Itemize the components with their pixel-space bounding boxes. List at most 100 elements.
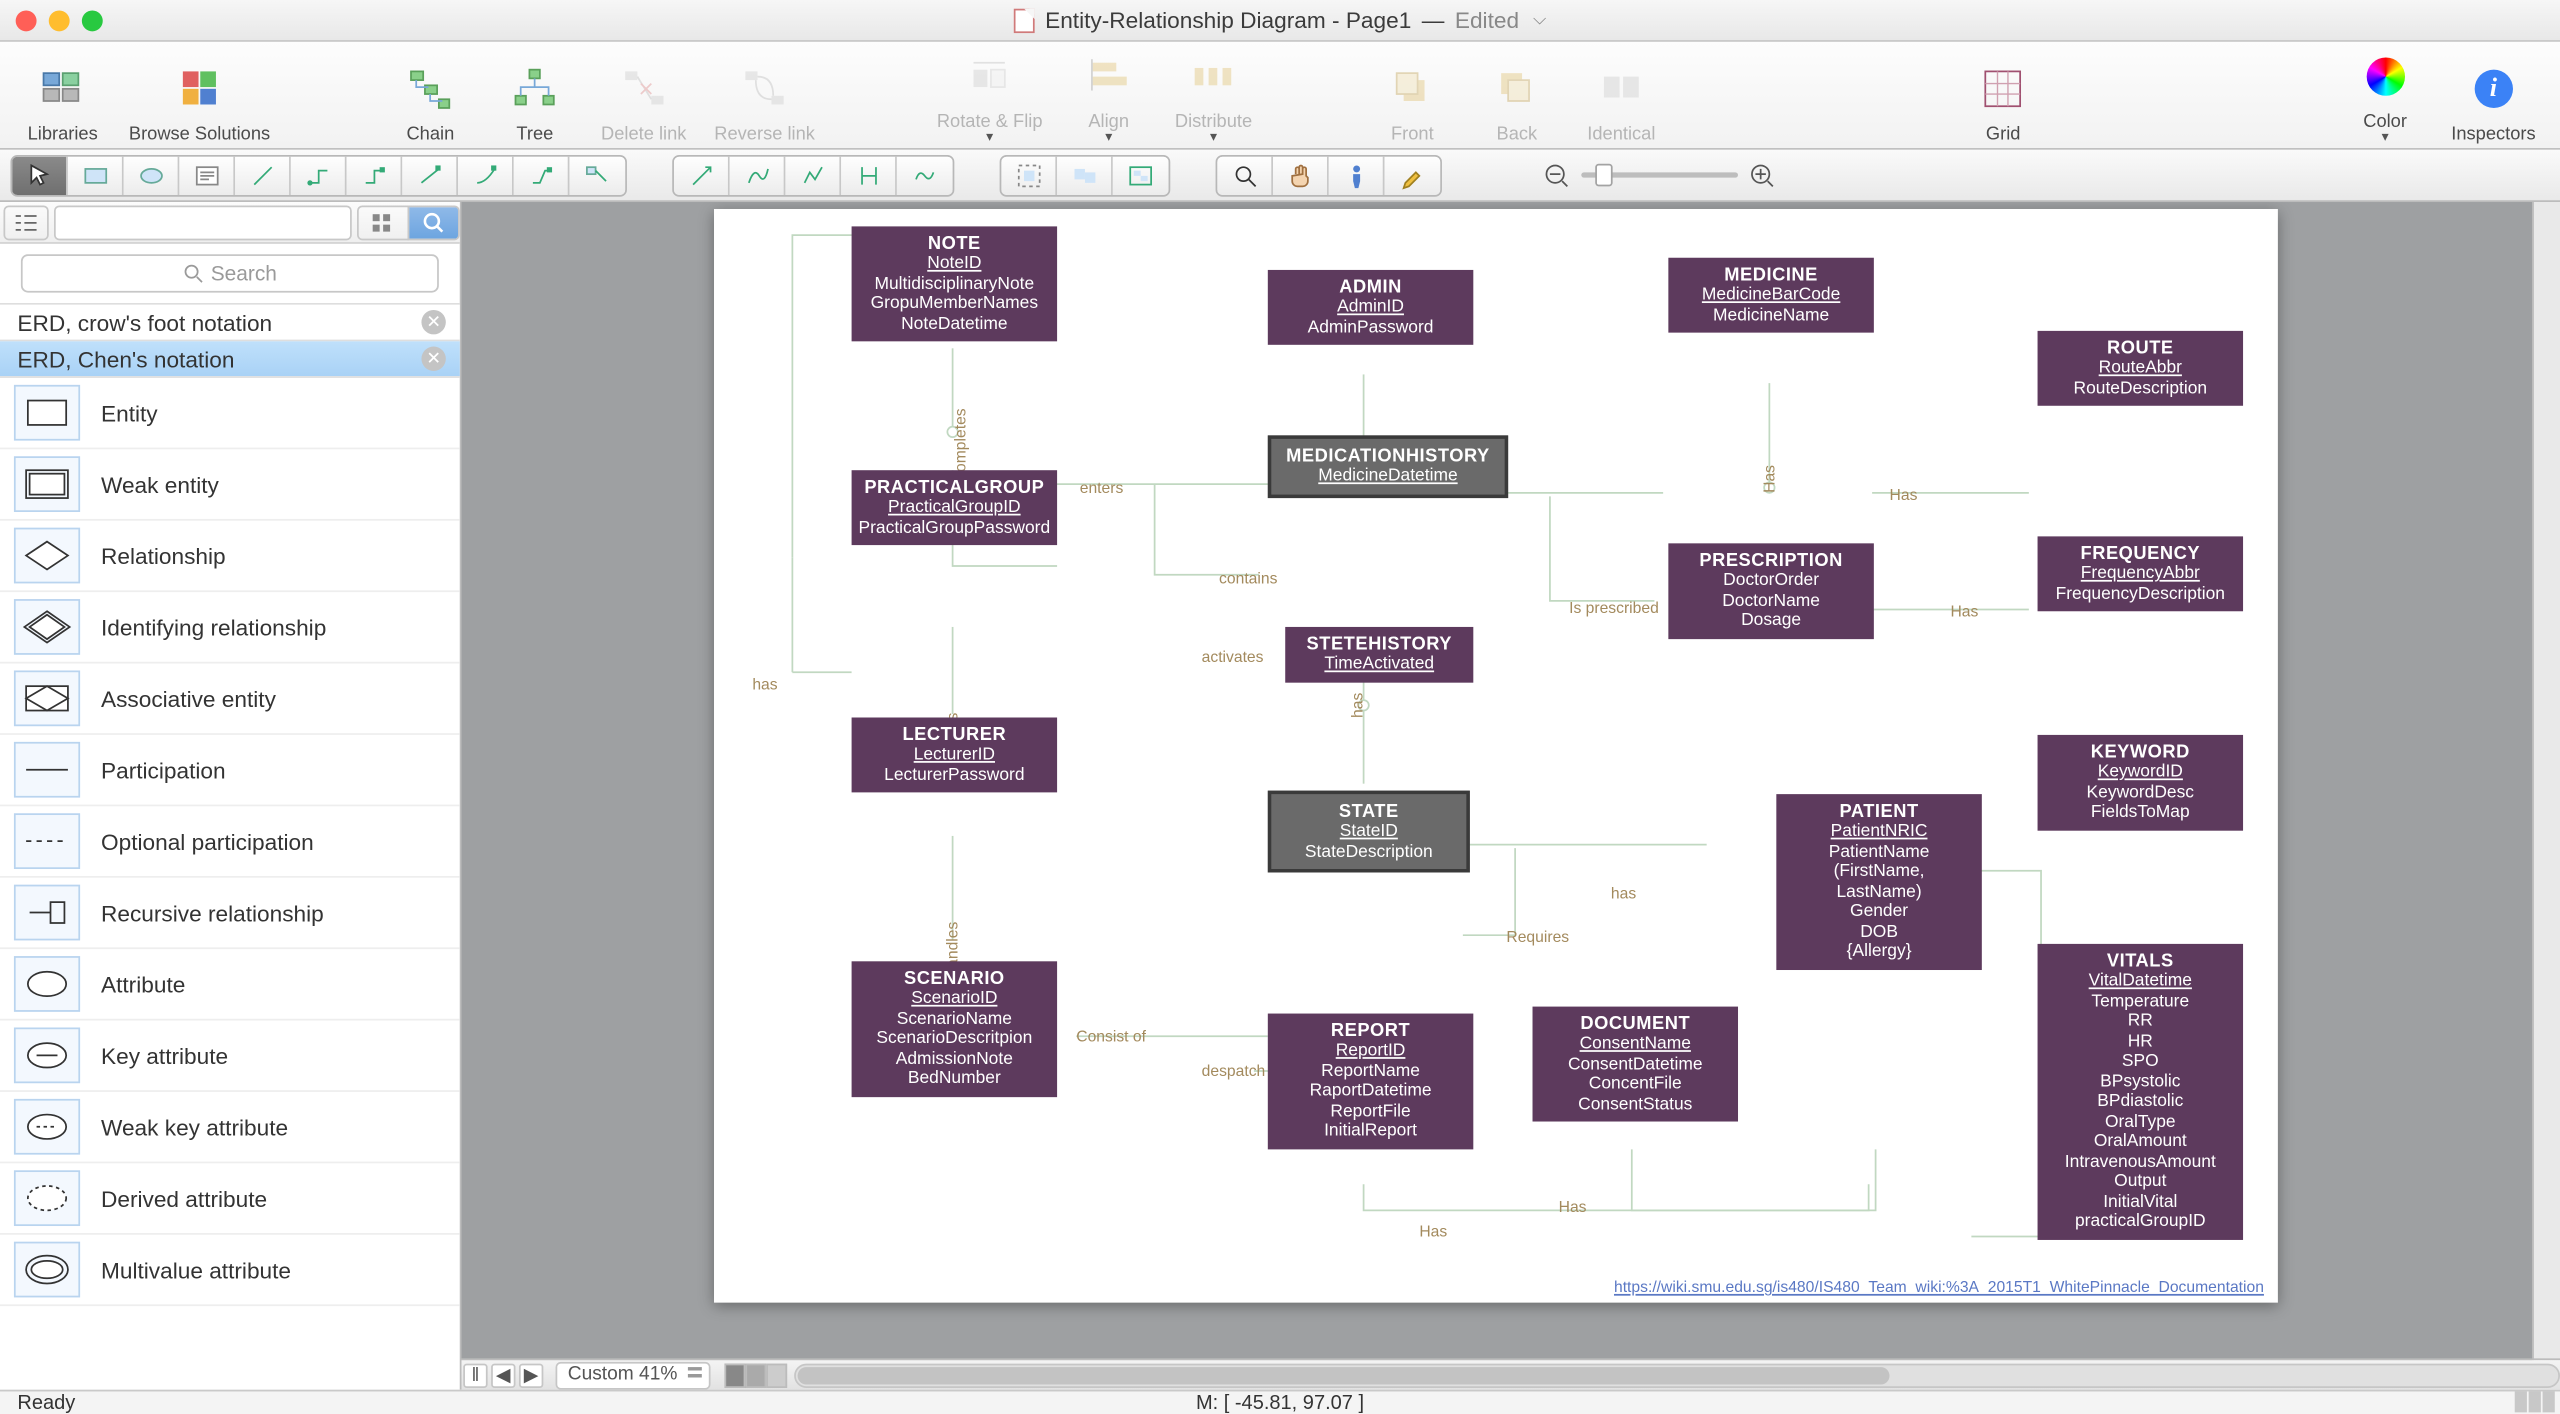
tree-button[interactable]: Tree (486, 57, 584, 144)
rect-tool[interactable] (68, 156, 124, 194)
entity-prescription[interactable]: PRESCRIPTION DoctorOrder DoctorName Dosa… (1668, 543, 1873, 638)
edge-has-pat: has (1611, 885, 1636, 902)
entity-vitals[interactable]: VITALS VitalDatetime Temperature RR HR S… (2038, 944, 2243, 1239)
lib-item-derived-attribute[interactable]: Derived attribute (0, 1163, 460, 1234)
entity-practicalgroup[interactable]: PRACTICALGROUP PracticalGroupID Practica… (852, 470, 1057, 545)
zoom-out-icon[interactable] (1543, 161, 1571, 189)
pointer-tool[interactable] (12, 156, 68, 194)
diagram-canvas[interactable]: has completes enters contains activates … (714, 209, 2278, 1303)
freehand-tool[interactable] (897, 156, 953, 194)
entity-medicationhistory[interactable]: MEDICATIONHISTORY MedicineDatetime (1268, 435, 1508, 497)
pan-tool[interactable] (1273, 156, 1329, 194)
inspectors-button[interactable]: i Inspectors (2441, 57, 2546, 144)
lib-view-grid[interactable] (357, 205, 409, 240)
entity-scenario[interactable]: SCENARIO ScenarioID ScenarioName Scenari… (852, 961, 1057, 1096)
entity-keyword[interactable]: KEYWORD KeywordID KeywordDesc FieldsToMa… (2038, 735, 2243, 830)
zoom-tool[interactable] (1217, 156, 1273, 194)
close-icon[interactable]: ✕ (421, 347, 445, 371)
connector4-tool[interactable] (458, 156, 514, 194)
chevron-down-icon[interactable]: ⌵ (1533, 10, 1546, 29)
resize-grip-icon[interactable] (2515, 1391, 2557, 1414)
lib-view-list[interactable] (3, 205, 48, 240)
horizontal-scrollbar[interactable] (794, 1363, 2560, 1387)
zoom-select[interactable]: Custom 41% (556, 1361, 711, 1389)
lib-item-recursive-relationship[interactable]: Recursive relationship (0, 878, 460, 949)
color-swatches[interactable] (724, 1363, 787, 1387)
entity-document[interactable]: DOCUMENT ConsentName ConsentDatetime Con… (1533, 1007, 1738, 1122)
lib-item-associative-entity[interactable]: Associative entity (0, 664, 460, 735)
entity-report[interactable]: REPORT ReportID ReportName RaportDatetim… (1268, 1014, 1473, 1149)
entity-state[interactable]: STATE StateID StateDescription (1268, 791, 1470, 873)
container-tool[interactable] (1113, 156, 1169, 194)
ellipse-tool[interactable] (124, 156, 180, 194)
lib-item-attribute[interactable]: Attribute (0, 949, 460, 1020)
color-button[interactable]: Color ▾ (2336, 45, 2434, 144)
window-minimize-button[interactable] (49, 10, 70, 31)
grid-button[interactable]: Grid (1954, 57, 2052, 144)
lib-item-optional-participation[interactable]: Optional participation (0, 806, 460, 877)
entity-patient[interactable]: PATIENT PatientNRIC PatientName (FirstNa… (1776, 794, 1981, 969)
lib-search-toggle[interactable] (408, 205, 460, 240)
group-tool[interactable] (1001, 156, 1057, 194)
line-tool[interactable] (235, 156, 291, 194)
edge-has-vitals: Has (1419, 1223, 1447, 1240)
lib-item-multivalue-attribute[interactable]: Multivalue attribute (0, 1235, 460, 1306)
zoom-slider[interactable] (1543, 161, 1776, 189)
entity-admin[interactable]: ADMIN AdminID AdminPassword (1268, 270, 1473, 345)
libraries-button[interactable]: Libraries (14, 57, 112, 144)
lib-item-key-attribute[interactable]: Key attribute (0, 1021, 460, 1092)
lib-filter-input[interactable] (54, 205, 352, 240)
window-close-button[interactable] (16, 10, 37, 31)
spline-tool[interactable] (730, 156, 786, 194)
back-button: Back (1468, 57, 1566, 144)
entity-medicine[interactable]: MEDICINE MedicineBarCode MedicineName (1668, 258, 1873, 333)
window-zoom-button[interactable] (82, 10, 103, 31)
lib-item-weak-key-attribute[interactable]: Weak key attribute (0, 1092, 460, 1163)
lib-item-weak-entity[interactable]: Weak entity (0, 449, 460, 520)
zoom-track[interactable] (1581, 172, 1738, 177)
connector6-tool[interactable] (569, 156, 625, 194)
close-icon[interactable]: ✕ (421, 310, 445, 334)
lib-item-entity[interactable]: Entity (0, 378, 460, 449)
dimension-tool[interactable] (841, 156, 897, 194)
entity-frequency[interactable]: FREQUENCY FrequencyAbbr FrequencyDescrip… (2038, 536, 2243, 611)
entity-stetehistory[interactable]: STETEHISTORY TimeActivated (1285, 627, 1473, 682)
connector1-tool[interactable] (291, 156, 347, 194)
zoom-thumb[interactable] (1595, 164, 1612, 187)
ungroup-tool[interactable] (1057, 156, 1113, 194)
highlighter-tool[interactable] (1384, 156, 1440, 194)
search-icon (183, 263, 204, 284)
lib-category-crowsfoot[interactable]: ERD, crow's foot notation ✕ (0, 305, 460, 342)
title-edited[interactable]: Edited (1455, 7, 1519, 33)
connector5-tool[interactable] (514, 156, 570, 194)
lib-item-participation[interactable]: Participation (0, 735, 460, 806)
connector3-tool[interactable] (402, 156, 458, 194)
entity-lecturer[interactable]: LECTURER LecturerID LecturerPassword (852, 717, 1057, 792)
page-toggle[interactable]: ‖ (463, 1363, 487, 1387)
connector2-tool[interactable] (347, 156, 403, 194)
vertical-scrollbar[interactable] (2532, 202, 2560, 1390)
presenter-tool[interactable] (1329, 156, 1385, 194)
page-prev[interactable]: ◀ (491, 1363, 515, 1387)
browse-solutions-button[interactable]: Browse Solutions (118, 57, 280, 144)
library-items: Entity Weak entity Relationship Identify… (0, 378, 460, 1390)
text-tool[interactable] (179, 156, 235, 194)
entity-route[interactable]: ROUTE RouteAbbr RouteDescription (2038, 331, 2243, 406)
edge-has-pr: Has (1890, 486, 1918, 503)
arrow1-tool[interactable] (674, 156, 730, 194)
document-icon (1014, 8, 1035, 32)
chain-button[interactable]: Chain (382, 57, 480, 144)
polyline-tool[interactable] (785, 156, 841, 194)
edge-completes: completes (952, 408, 969, 479)
entity-note[interactable]: NOTE NoteID MultidisciplinaryNote GropuM… (852, 226, 1057, 341)
wiki-link[interactable]: https://wiki.smu.edu.sg/is480/IS480_Team… (1614, 1278, 2264, 1295)
lib-item-relationship[interactable]: Relationship (0, 521, 460, 592)
lib-category-chen[interactable]: ERD, Chen's notation ✕ (0, 341, 460, 378)
page-next[interactable]: ▶ (519, 1363, 543, 1387)
search-input[interactable]: Search (21, 254, 439, 292)
edge-has: has (752, 676, 777, 693)
zoom-in-icon[interactable] (1748, 161, 1776, 189)
status-bar: Ready M: [ -45.81, 97.07 ] (0, 1390, 2560, 1414)
lib-item-identifying-relationship[interactable]: Identifying relationship (0, 592, 460, 663)
canvas-area[interactable]: has completes enters contains activates … (461, 202, 2532, 1390)
